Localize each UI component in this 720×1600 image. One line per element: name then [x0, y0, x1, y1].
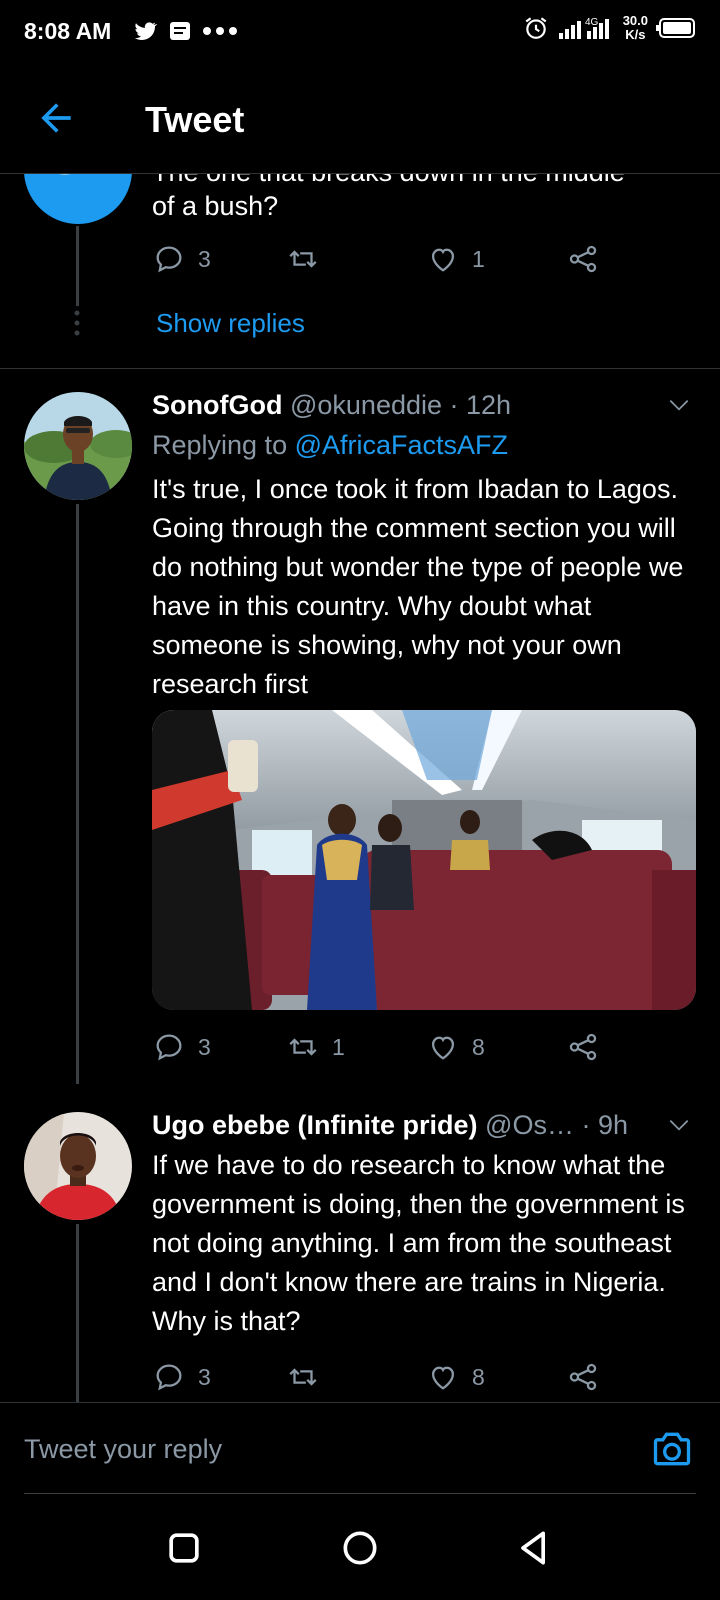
- thread-dots-icon: [74, 310, 80, 336]
- avatar[interactable]: [24, 1112, 132, 1220]
- divider: [0, 368, 720, 369]
- heart-icon: [431, 248, 455, 272]
- arrow-left-icon: [41, 103, 71, 133]
- replying-to: Replying to @AfricaFactsAFZ: [152, 430, 509, 460]
- share-button[interactable]: [566, 242, 600, 276]
- camera-button[interactable]: [650, 1427, 694, 1471]
- signal-icon: 4G: [558, 17, 609, 39]
- display-name[interactable]: SonofGod: [152, 390, 282, 420]
- reply-icon: [156, 1364, 182, 1391]
- battery-icon: [656, 18, 695, 38]
- tweet-actions: 3 1 8: [152, 1030, 632, 1070]
- reply-count: 3: [198, 1363, 211, 1390]
- retweet-icon: [289, 1038, 317, 1056]
- reply-composer: [0, 1402, 720, 1494]
- reply-icon: [156, 1034, 182, 1061]
- display-name[interactable]: Ugo ebebe (Infinite pride): [152, 1110, 478, 1140]
- app-header: Tweet: [0, 64, 720, 174]
- reply-button[interactable]: 3: [152, 1030, 211, 1064]
- twitter-bird-icon: [59, 174, 70, 175]
- avatar[interactable]: [24, 392, 132, 500]
- system-navigation-bar: [0, 1494, 720, 1600]
- recents-button[interactable]: [162, 1526, 206, 1570]
- show-replies-link[interactable]: Show replies: [156, 308, 305, 339]
- retweet-icon: [289, 250, 317, 268]
- user-photo-ugo: [24, 1112, 132, 1220]
- retweet-button[interactable]: [286, 242, 332, 276]
- like-button[interactable]: 8: [426, 1030, 485, 1064]
- chevron-down-icon[interactable]: [666, 1112, 692, 1138]
- share-button[interactable]: [566, 1360, 600, 1394]
- tweet-text: of a bush?: [152, 191, 279, 221]
- heart-icon: [431, 1036, 455, 1060]
- tweet-text: If we have to do research to know what t…: [152, 1150, 685, 1336]
- user-handle[interactable]: @Os…: [485, 1110, 574, 1140]
- alarm-icon: [525, 17, 547, 39]
- like-count: 1: [472, 245, 485, 272]
- user-handle[interactable]: @okuneddie: [290, 390, 442, 420]
- tweet-actions: 3 1: [152, 242, 632, 282]
- share-icon: [569, 245, 597, 273]
- svg-text:4G: 4G: [585, 17, 599, 28]
- status-time: 8:08 AM: [24, 18, 112, 44]
- chevron-down-icon[interactable]: [666, 392, 692, 418]
- tweet-media-image[interactable]: [152, 710, 696, 1010]
- twitter-notification-icon: [134, 22, 158, 40]
- user-photo-sonofgod: [24, 392, 132, 500]
- page-title: Tweet: [145, 99, 245, 140]
- avatar-twitter[interactable]: [24, 174, 132, 224]
- train-interior-photo: [152, 710, 696, 1010]
- tweet-text: It's true, I once took it from Ibadan to…: [152, 474, 684, 699]
- home-button[interactable]: [338, 1526, 382, 1570]
- square-icon: [169, 1533, 199, 1563]
- tweet-header: SonofGod @okuneddie · 12h: [152, 390, 511, 421]
- reply-icon: [156, 246, 182, 273]
- reply-button[interactable]: 3: [152, 1360, 211, 1394]
- mention-link[interactable]: @AfricaFactsAFZ: [295, 430, 508, 460]
- tweet-time: · 9h: [581, 1110, 628, 1140]
- tweet-time: · 12h: [449, 390, 512, 420]
- reply-input[interactable]: [24, 1427, 584, 1471]
- triangle-back-icon: [521, 1531, 545, 1565]
- like-button[interactable]: 8: [426, 1360, 485, 1394]
- message-icon: [170, 22, 190, 40]
- back-button[interactable]: [34, 96, 78, 140]
- retweet-icon: [289, 1368, 317, 1386]
- tweet-actions: 3 8: [152, 1360, 632, 1400]
- retweet-count: 1: [332, 1033, 345, 1060]
- thread-connector: [76, 1224, 79, 1402]
- more-dots-icon: [203, 27, 237, 35]
- retweet-button[interactable]: [286, 1360, 332, 1394]
- like-button[interactable]: 1: [426, 242, 485, 276]
- tweet-feed[interactable]: The one that breaks down in the middle o…: [0, 174, 720, 1402]
- camera-icon: [653, 1432, 691, 1466]
- network-speed: 30.0 K/s: [622, 13, 648, 42]
- like-count: 8: [472, 1033, 485, 1060]
- tweet-header: Ugo ebebe (Infinite pride) @Os… · 9h: [152, 1110, 628, 1141]
- reply-count: 3: [198, 1033, 211, 1060]
- thread-connector: [76, 504, 79, 1084]
- thread-connector: [76, 226, 79, 306]
- status-bar: 8:08 AM 4G 30.0 K/s: [0, 0, 720, 64]
- reply-count: 3: [198, 245, 211, 272]
- reply-button[interactable]: 3: [152, 242, 211, 276]
- like-count: 8: [472, 1363, 485, 1390]
- share-icon: [569, 1363, 597, 1391]
- back-nav-button[interactable]: [512, 1526, 556, 1570]
- share-button[interactable]: [566, 1030, 600, 1064]
- heart-icon: [431, 1366, 455, 1390]
- share-icon: [569, 1033, 597, 1061]
- circle-icon: [343, 1531, 377, 1565]
- retweet-button[interactable]: 1: [286, 1030, 345, 1064]
